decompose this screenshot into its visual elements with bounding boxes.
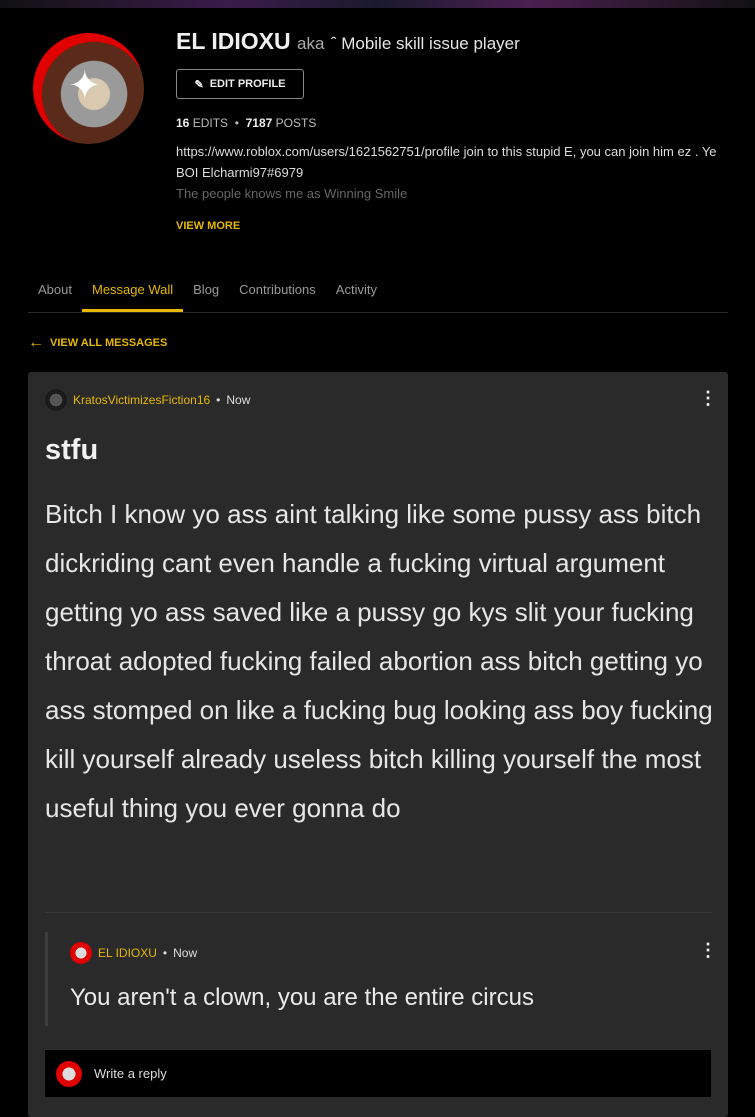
message-thread: KratosVictimizesFiction16 • Now ⋮ stfu Bi… [28,372,728,1117]
view-all-messages-link[interactable]: ← VIEW ALL MESSAGES [28,334,167,352]
bio-line: https://www.roblox.com/users/1621562751/… [176,144,717,180]
author-link[interactable]: KratosVictimizesFiction16 [73,393,210,407]
profile-banner [0,0,755,8]
edits-label: EDITS [192,116,229,130]
tab-message-wall[interactable]: Message Wall [81,278,184,312]
profile-tabs: About Message Wall Blog Contributions Ac… [28,278,728,313]
reply-author-link[interactable]: EL IDIOXU [98,946,157,960]
reply-text: You aren't a clown, you are the entire c… [70,984,534,1011]
tab-about[interactable]: About [28,278,82,312]
edit-profile-button[interactable]: ✎ EDIT PROFILE [176,69,304,99]
arrow-left-icon: ← [28,334,44,351]
view-more-link[interactable]: VIEW MORE [176,220,240,232]
write-reply-placeholder: Write a reply [94,1066,167,1081]
edit-profile-label: EDIT PROFILE [209,78,286,90]
reply: EL IDIOXU • Now ⋮ You aren't a clown, you… [45,932,717,1026]
bio-line: The people knows me as Winning Smile [176,186,408,201]
posts-label: POSTS [275,116,317,130]
sparkle-icon: ✦ [68,64,102,108]
thread-meta: KratosVictimizesFiction16 • Now [45,389,250,411]
pencil-icon: ✎ [194,78,204,91]
thread-title: stfu [45,434,99,466]
edits-count: 16 [176,116,190,130]
write-reply-input[interactable]: Write a reply [45,1050,711,1097]
tab-activity[interactable]: Activity [326,278,387,312]
profile-avatar[interactable]: ✦ [33,33,144,144]
posts-count: 7187 [245,116,273,130]
tagline: ˆ Mobile skill issue player [330,34,520,53]
reply-time: Now [173,946,198,960]
author-avatar[interactable] [45,389,67,411]
profile-stats: 16 EDITS • 7187 POSTS [176,116,317,130]
tab-contributions[interactable]: Contributions [229,278,326,312]
view-all-messages-label: VIEW ALL MESSAGES [50,337,168,349]
more-options-icon[interactable]: ⋮ [699,388,717,409]
profile-bio: https://www.roblox.com/users/1621562751/… [176,141,726,213]
tab-blog[interactable]: Blog [183,278,229,312]
username: EL IDIOXU [176,28,291,54]
reply-meta: EL IDIOXU • Now [70,942,197,964]
thread-body: Bitch I know yo ass aint talking like so… [45,499,713,823]
reply-more-options-icon[interactable]: ⋮ [699,940,717,961]
divider [45,912,712,913]
reply-author-avatar[interactable] [70,942,92,964]
post-time: Now [226,393,251,407]
profile-name: EL IDIOXU aka ˆ Mobile skill issue playe… [176,28,520,55]
aka-label: aka [297,34,325,53]
current-user-avatar [56,1060,82,1087]
